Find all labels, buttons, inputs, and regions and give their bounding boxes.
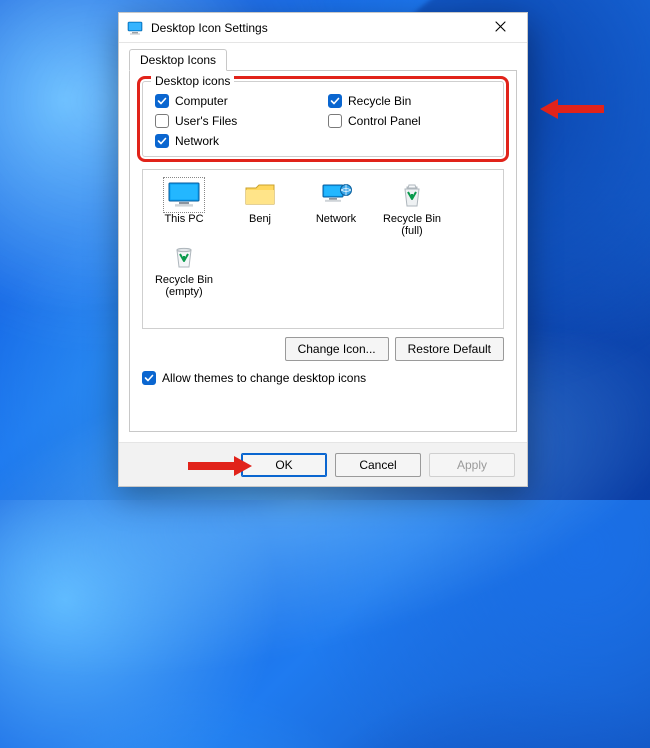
- preview-network[interactable]: Network: [303, 180, 369, 237]
- restore-default-button[interactable]: Restore Default: [395, 337, 504, 361]
- checkbox-users-files[interactable]: User's Files: [155, 114, 318, 128]
- checkbox-allow-themes[interactable]: Allow themes to change desktop icons: [142, 371, 504, 385]
- checkbox-box: [155, 134, 169, 148]
- tabstrip: Desktop Icons: [129, 49, 517, 71]
- titlebar: Desktop Icon Settings: [119, 13, 527, 43]
- checkbox-recycle-bin[interactable]: Recycle Bin: [328, 94, 491, 108]
- button-label: Restore Default: [408, 342, 491, 356]
- button-label: Apply: [457, 458, 487, 472]
- ok-button[interactable]: OK: [241, 453, 327, 477]
- dialog-client: Desktop Icons Desktop icons Computer Rec…: [119, 43, 527, 442]
- icon-buttons-row: Change Icon... Restore Default: [142, 337, 504, 361]
- checkbox-label: Network: [175, 134, 219, 148]
- dialog-footer: OK Cancel Apply: [119, 442, 527, 486]
- tabpage: Desktop icons Computer Recycle Bin User'…: [129, 70, 517, 432]
- preview-label: Network: [303, 213, 369, 225]
- close-button[interactable]: [479, 15, 521, 41]
- change-icon-button[interactable]: Change Icon...: [285, 337, 389, 361]
- checkbox-network[interactable]: Network: [155, 134, 318, 148]
- dialog-title: Desktop Icon Settings: [151, 21, 479, 35]
- group-legend: Desktop icons: [151, 74, 234, 88]
- folder-icon: [242, 180, 278, 210]
- preview-label: This PC: [151, 213, 217, 225]
- monitor-icon: [166, 180, 202, 210]
- checkbox-box: [142, 371, 156, 385]
- network-icon: [318, 180, 354, 210]
- button-label: Cancel: [359, 458, 396, 472]
- preview-label: Recycle Bin (empty): [151, 274, 217, 298]
- recycle-bin-full-icon: [394, 180, 430, 210]
- icon-preview-area: This PC Benj: [142, 169, 504, 329]
- checkbox-control-panel[interactable]: Control Panel: [328, 114, 491, 128]
- desktop-icon-settings-dialog: Desktop Icon Settings Desktop Icons Desk…: [118, 12, 528, 487]
- tab-desktop-icons[interactable]: Desktop Icons: [129, 49, 227, 71]
- button-label: OK: [275, 458, 292, 472]
- apply-button: Apply: [429, 453, 515, 477]
- close-icon: [495, 21, 506, 35]
- checkbox-label: Control Panel: [348, 114, 421, 128]
- checkbox-label: Recycle Bin: [348, 94, 411, 108]
- preview-recycle-bin-full[interactable]: Recycle Bin (full): [379, 180, 445, 237]
- preview-label: Recycle Bin (full): [379, 213, 445, 237]
- recycle-bin-empty-icon: [166, 241, 202, 271]
- preview-recycle-bin-empty[interactable]: Recycle Bin (empty): [151, 241, 217, 298]
- checkbox-box: [328, 114, 342, 128]
- cancel-button[interactable]: Cancel: [335, 453, 421, 477]
- checkbox-box: [328, 94, 342, 108]
- tab-label: Desktop Icons: [140, 53, 216, 67]
- checkbox-computer[interactable]: Computer: [155, 94, 318, 108]
- preview-label: Benj: [227, 213, 293, 225]
- titlebar-icon: [127, 20, 143, 36]
- preview-user-folder[interactable]: Benj: [227, 180, 293, 237]
- desktop-icons-group: Desktop icons Computer Recycle Bin User'…: [142, 81, 504, 157]
- checkbox-label: Computer: [175, 94, 228, 108]
- checkbox-label: Allow themes to change desktop icons: [162, 371, 366, 385]
- checkbox-box: [155, 114, 169, 128]
- checkbox-label: User's Files: [175, 114, 237, 128]
- preview-this-pc[interactable]: This PC: [151, 180, 217, 237]
- button-label: Change Icon...: [298, 342, 376, 356]
- checkbox-box: [155, 94, 169, 108]
